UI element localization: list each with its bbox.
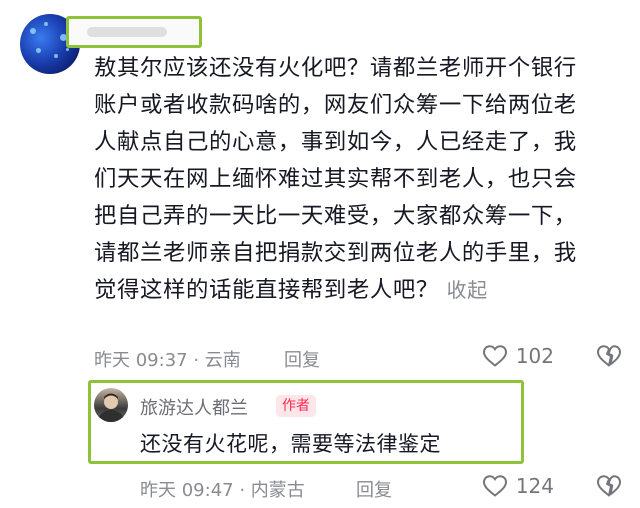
person-photo-icon	[97, 393, 125, 422]
broken-heart-icon	[597, 345, 621, 367]
reply-reply-button[interactable]: 回复	[356, 476, 392, 502]
comment-meta: 昨天 09:37 · 云南 回复 102	[94, 344, 624, 374]
reply-avatar[interactable]	[94, 388, 128, 422]
collapse-link[interactable]: 收起	[447, 278, 488, 302]
reply-meta: 昨天 09:47 · 内蒙古 回复 124	[140, 474, 624, 504]
reply-username[interactable]: 旅游达人都兰	[140, 394, 248, 420]
dislike-button[interactable]	[596, 344, 622, 372]
reply-text: 还没有火花呢，需要等法律鉴定	[140, 432, 441, 456]
author-badge: 作者	[276, 395, 316, 417]
reply-like-button[interactable]: 124	[482, 474, 554, 498]
heart-outline-icon	[482, 345, 507, 367]
reply-time-location: 昨天 09:47 · 内蒙古	[140, 480, 305, 501]
commenter-username-redacted[interactable]	[66, 16, 202, 48]
like-button[interactable]: 102	[482, 344, 554, 368]
comment-time-location: 昨天 09:37 · 云南	[94, 350, 241, 371]
reply-like-count: 124	[515, 474, 554, 498]
redaction-blur	[87, 27, 167, 37]
comment-text: 敖其尔应该还没有火化吧？请都兰老师开个银行 账户或者收款码啥的，网友们众筹一下给…	[94, 55, 577, 303]
reply-button[interactable]: 回复	[284, 346, 320, 372]
broken-heart-icon	[597, 475, 621, 497]
like-count: 102	[515, 344, 554, 368]
heart-outline-icon	[482, 475, 507, 497]
comment-body: 敖其尔应该还没有火化吧？请都兰老师开个银行 账户或者收款码啥的，网友们众筹一下给…	[94, 50, 624, 309]
reply-dislike-button[interactable]	[596, 474, 622, 502]
